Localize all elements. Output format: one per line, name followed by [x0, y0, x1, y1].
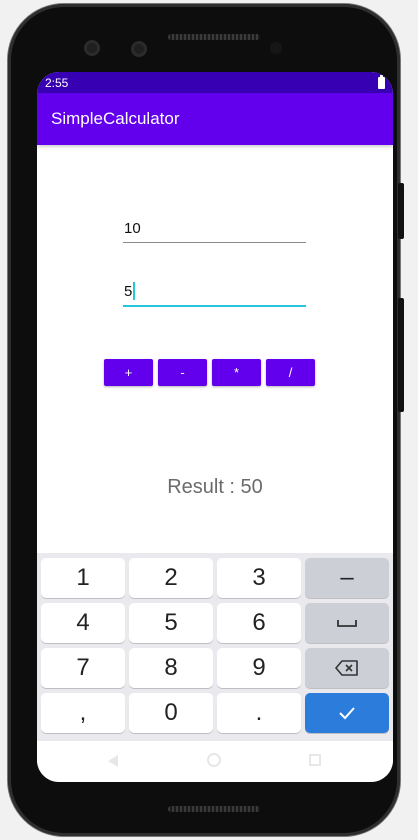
- key-3[interactable]: 3: [217, 558, 301, 598]
- first-number-input[interactable]: 10: [123, 213, 306, 243]
- bottom-speaker: [168, 806, 260, 812]
- multiply-button[interactable]: *: [212, 359, 261, 386]
- operator-buttons: + - * /: [104, 359, 315, 386]
- second-number-input[interactable]: 5: [123, 277, 306, 307]
- numeric-keyboard: 1 2 3 – 4 5 6 7 8 9 , 0 .: [37, 553, 393, 741]
- front-sensor: [84, 40, 100, 56]
- result-label: Result : 50: [167, 476, 263, 498]
- key-4[interactable]: 4: [41, 603, 125, 643]
- nav-back-icon[interactable]: [108, 755, 118, 767]
- key-period[interactable]: .: [217, 693, 301, 733]
- key-done[interactable]: [305, 693, 389, 733]
- key-space[interactable]: [305, 603, 389, 643]
- power-button: [398, 183, 404, 239]
- nav-home-icon[interactable]: [207, 753, 221, 767]
- proximity-sensor: [270, 42, 282, 54]
- key-7[interactable]: 7: [41, 648, 125, 688]
- nav-recent-icon[interactable]: [309, 754, 321, 766]
- key-1[interactable]: 1: [41, 558, 125, 598]
- status-bar: 2:55: [37, 72, 393, 93]
- key-backspace[interactable]: [305, 648, 389, 688]
- subtract-button[interactable]: -: [158, 359, 207, 386]
- phone-frame: 2:55 SimpleCalculator 10 5 + - * / Resul…: [8, 4, 400, 836]
- space-icon: [337, 620, 357, 627]
- battery-icon: [378, 74, 385, 89]
- key-minus[interactable]: –: [305, 558, 389, 598]
- status-time: 2:55: [45, 75, 69, 90]
- divide-button[interactable]: /: [266, 359, 315, 386]
- key-6[interactable]: 6: [217, 603, 301, 643]
- text-cursor: [133, 282, 136, 300]
- system-nav-bar: [37, 741, 393, 782]
- app-bar: SimpleCalculator: [37, 93, 393, 145]
- key-0[interactable]: 0: [129, 693, 213, 733]
- backspace-icon: [335, 660, 358, 676]
- front-camera: [131, 41, 147, 57]
- first-number-value: 10: [124, 220, 141, 237]
- key-9[interactable]: 9: [217, 648, 301, 688]
- earpiece-speaker: [168, 34, 260, 40]
- add-button[interactable]: +: [104, 359, 153, 386]
- device-screen: 2:55 SimpleCalculator 10 5 + - * / Resul…: [37, 72, 393, 782]
- calculator-content: 10 5 + - * / Result : 50: [37, 145, 393, 623]
- second-number-value: 5: [124, 283, 133, 300]
- key-5[interactable]: 5: [129, 603, 213, 643]
- key-2[interactable]: 2: [129, 558, 213, 598]
- key-comma[interactable]: ,: [41, 693, 125, 733]
- check-icon: [339, 707, 355, 720]
- key-8[interactable]: 8: [129, 648, 213, 688]
- volume-rocker: [398, 298, 404, 412]
- app-title: SimpleCalculator: [51, 109, 180, 128]
